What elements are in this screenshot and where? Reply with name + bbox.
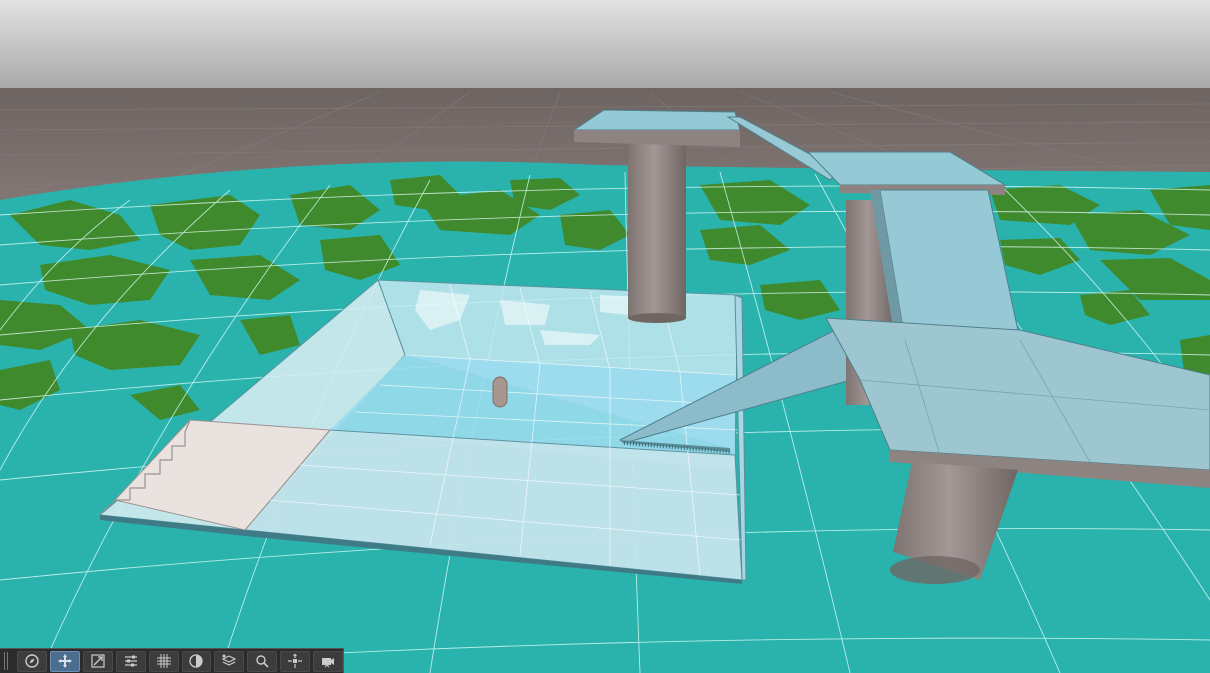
layers-icon — [222, 654, 237, 666]
navigate-tool-button[interactable] — [16, 650, 47, 672]
zoom-tool-button[interactable] — [247, 650, 278, 672]
player-capsule — [492, 376, 508, 408]
scene-viewport[interactable] — [0, 0, 1210, 673]
grid-icon — [156, 654, 171, 668]
sky — [0, 0, 1210, 90]
move-tool-button[interactable] — [49, 650, 80, 672]
pillar-left — [628, 138, 686, 323]
toolbar-grip[interactable] — [4, 652, 10, 670]
top-platform — [572, 109, 741, 147]
sliders-icon — [124, 655, 137, 667]
grid-tool-button[interactable] — [148, 650, 179, 672]
scale-icon — [91, 654, 105, 668]
compass-icon — [25, 654, 39, 668]
camera-tool-button[interactable] — [313, 650, 344, 672]
adjust-tool-button[interactable] — [115, 650, 146, 672]
magnifier-icon — [256, 655, 269, 668]
pivot-icon — [288, 653, 303, 668]
shading-tool-button[interactable] — [181, 650, 212, 672]
camera-icon — [322, 658, 335, 668]
half-circle-icon — [189, 654, 204, 668]
move-arrows-icon — [57, 654, 72, 668]
scene-toolbar — [0, 648, 344, 673]
scene-canvas[interactable] — [0, 0, 1210, 673]
layers-tool-button[interactable] — [214, 650, 245, 672]
pivot-tool-button[interactable] — [280, 650, 311, 672]
scale-tool-button[interactable] — [82, 650, 113, 672]
